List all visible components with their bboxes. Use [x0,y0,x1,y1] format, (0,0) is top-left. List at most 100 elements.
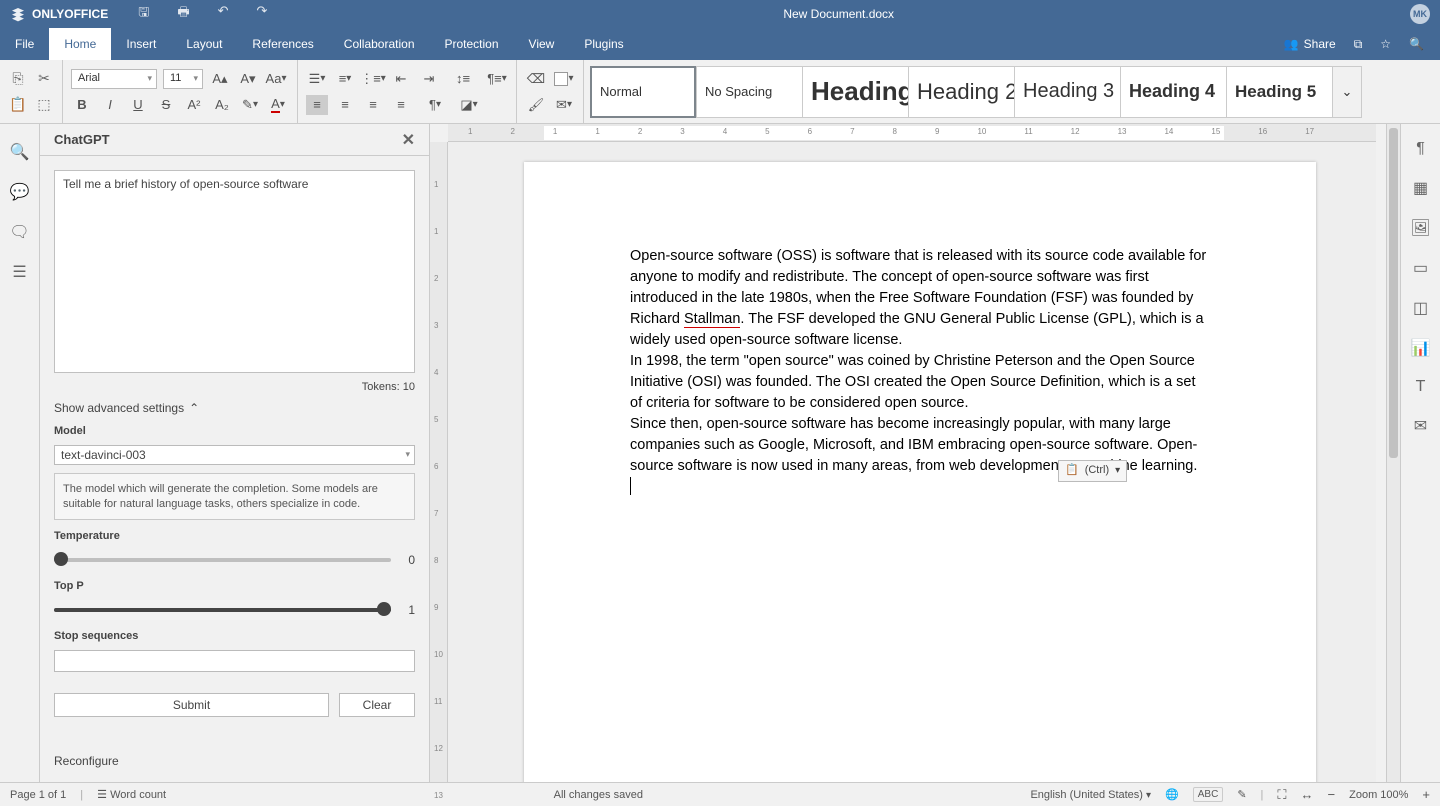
save-icon[interactable]: 🖫 [138,3,149,25]
zoom-level[interactable]: Zoom 100% [1349,789,1408,801]
language-selector[interactable]: English (United States) ▾ [1030,789,1151,801]
image-settings-icon[interactable]: 🖼 [1410,218,1430,238]
fit-width-icon[interactable]: ↔ [1301,787,1314,802]
avatar[interactable]: MK [1410,4,1430,24]
font-size-select[interactable]: 11▾ [163,69,203,89]
paste-icon[interactable]: 📋 [8,95,28,115]
align-right-button[interactable]: ≡ [362,95,384,115]
italic-button[interactable]: I [99,95,121,115]
advanced-settings-toggle[interactable]: Show advanced settings⌃ [54,401,415,415]
paste-options[interactable]: 📋(Ctrl)▾ [1058,460,1127,482]
strike-button[interactable]: S [155,95,177,115]
increase-font-icon[interactable]: A▴ [209,69,231,89]
find-icon[interactable]: 🔍 [10,142,30,162]
cut-icon[interactable]: ✂ [34,69,54,89]
style-heading4[interactable]: Heading 4 [1120,66,1226,118]
vertical-ruler[interactable]: 112345678910111213 [430,142,448,782]
line-spacing-button[interactable]: ↕≡ [452,69,474,89]
menu-protection[interactable]: Protection [430,28,514,60]
bold-button[interactable]: B [71,95,93,115]
menu-collaboration[interactable]: Collaboration [329,28,430,60]
clear-button[interactable]: Clear [339,693,415,717]
navigation-icon[interactable]: ☰ [12,262,26,282]
spellcheck-word[interactable]: Stallman [684,311,740,328]
fit-page-icon[interactable]: ⛶ [1277,787,1286,803]
superscript-button[interactable]: A² [183,95,205,115]
topp-slider[interactable] [54,600,391,620]
copy-style-icon[interactable]: 🖌 [525,95,547,115]
table-settings-icon[interactable]: ▦ [1413,178,1428,198]
open-location-icon[interactable]: ⧉ [1354,37,1363,52]
favorite-icon[interactable]: ☆ [1380,37,1391,51]
comments-icon[interactable]: 💬 [10,182,30,202]
temperature-slider[interactable] [54,550,391,570]
font-family-select[interactable]: Arial▾ [71,69,157,89]
spellcheck-icon[interactable]: ABC [1193,787,1224,802]
shading-button[interactable]: ◪▾ [458,95,480,115]
paragraph-styles: Normal No Spacing Heading 1 Heading 2 He… [584,60,1362,123]
style-heading3[interactable]: Heading 3 [1014,66,1120,118]
redo-icon[interactable]: ↷ [257,3,268,25]
set-lang-icon[interactable]: 🌐 [1165,788,1179,801]
shape-fill-button[interactable]: ▾ [553,69,575,89]
zoom-out-icon[interactable]: − [1328,787,1336,802]
decrease-indent-icon[interactable]: ⇤ [390,69,412,89]
style-heading1[interactable]: Heading 1 [802,66,908,118]
prompt-textarea[interactable] [54,170,415,373]
share-button[interactable]: 👥Share [1284,37,1336,51]
mailings-button[interactable]: ✉▾ [553,95,575,115]
select-icon[interactable]: ⬚ [34,95,54,115]
page-indicator[interactable]: Page 1 of 1 [10,789,66,801]
menu-insert[interactable]: Insert [111,28,171,60]
clear-format-icon[interactable]: ⌫ [525,69,547,89]
font-color-button[interactable]: A▾ [267,95,289,115]
header-settings-icon[interactable]: ▭ [1413,258,1428,278]
mail-merge-settings-icon[interactable]: ✉ [1414,416,1427,436]
word-count[interactable]: ☰ Word count [97,788,166,801]
change-case-icon[interactable]: Aa▾ [265,69,287,89]
menu-plugins[interactable]: Plugins [569,28,638,60]
bullets-button[interactable]: ☰▾ [306,69,328,89]
align-left-button[interactable]: ≡ [306,95,328,115]
subscript-button[interactable]: A₂ [211,95,233,115]
menu-layout[interactable]: Layout [171,28,237,60]
close-icon[interactable]: ✕ [402,130,415,150]
print-icon[interactable]: 🖶 [177,3,189,25]
submit-button[interactable]: Submit [54,693,329,717]
underline-button[interactable]: U [127,95,149,115]
menu-references[interactable]: References [237,28,328,60]
menu-file[interactable]: File [0,28,49,60]
shape-settings-icon[interactable]: ◫ [1413,298,1428,318]
nonprinting-button[interactable]: ¶▾ [424,95,446,115]
paragraph-settings-icon[interactable]: ¶ [1416,140,1425,158]
search-icon[interactable]: 🔍 [1409,37,1424,51]
chat-icon[interactable]: 🗨 [9,222,29,242]
align-center-button[interactable]: ≡ [334,95,356,115]
document-page[interactable]: Open-source software (OSS) is software t… [524,162,1316,782]
styles-more-button[interactable]: ⌄ [1332,66,1362,118]
style-heading5[interactable]: Heading 5 [1226,66,1332,118]
decrease-font-icon[interactable]: A▾ [237,69,259,89]
textart-settings-icon[interactable]: T [1416,378,1426,396]
horizontal-ruler[interactable]: 1211234567891011121314151617 [448,124,1376,142]
align-justify-button[interactable]: ≡ [390,95,412,115]
highlight-button[interactable]: ✎▾ [239,95,261,115]
copy-icon[interactable]: ⎘ [8,69,28,89]
numbering-button[interactable]: ≡▾ [334,69,356,89]
zoom-in-icon[interactable]: + [1422,787,1430,802]
style-heading2[interactable]: Heading 2 [908,66,1014,118]
reconfigure-link[interactable]: Reconfigure [54,754,415,768]
chart-settings-icon[interactable]: 📊 [1411,338,1431,358]
vertical-scrollbar[interactable] [1386,124,1400,782]
undo-icon[interactable]: ↶ [218,3,229,25]
multilevel-button[interactable]: ⋮≡▾ [362,69,384,89]
increase-indent-icon[interactable]: ⇥ [418,69,440,89]
stop-sequences-input[interactable] [54,650,415,671]
style-no-spacing[interactable]: No Spacing [696,66,802,118]
menu-view[interactable]: View [514,28,570,60]
track-changes-icon[interactable]: ✎ [1237,788,1246,801]
style-normal[interactable]: Normal [590,66,696,118]
model-select[interactable]: text-davinci-003▾ [54,445,415,465]
paragraph-spacing-button[interactable]: ¶≡▾ [486,69,508,89]
menu-home[interactable]: Home [49,28,111,60]
